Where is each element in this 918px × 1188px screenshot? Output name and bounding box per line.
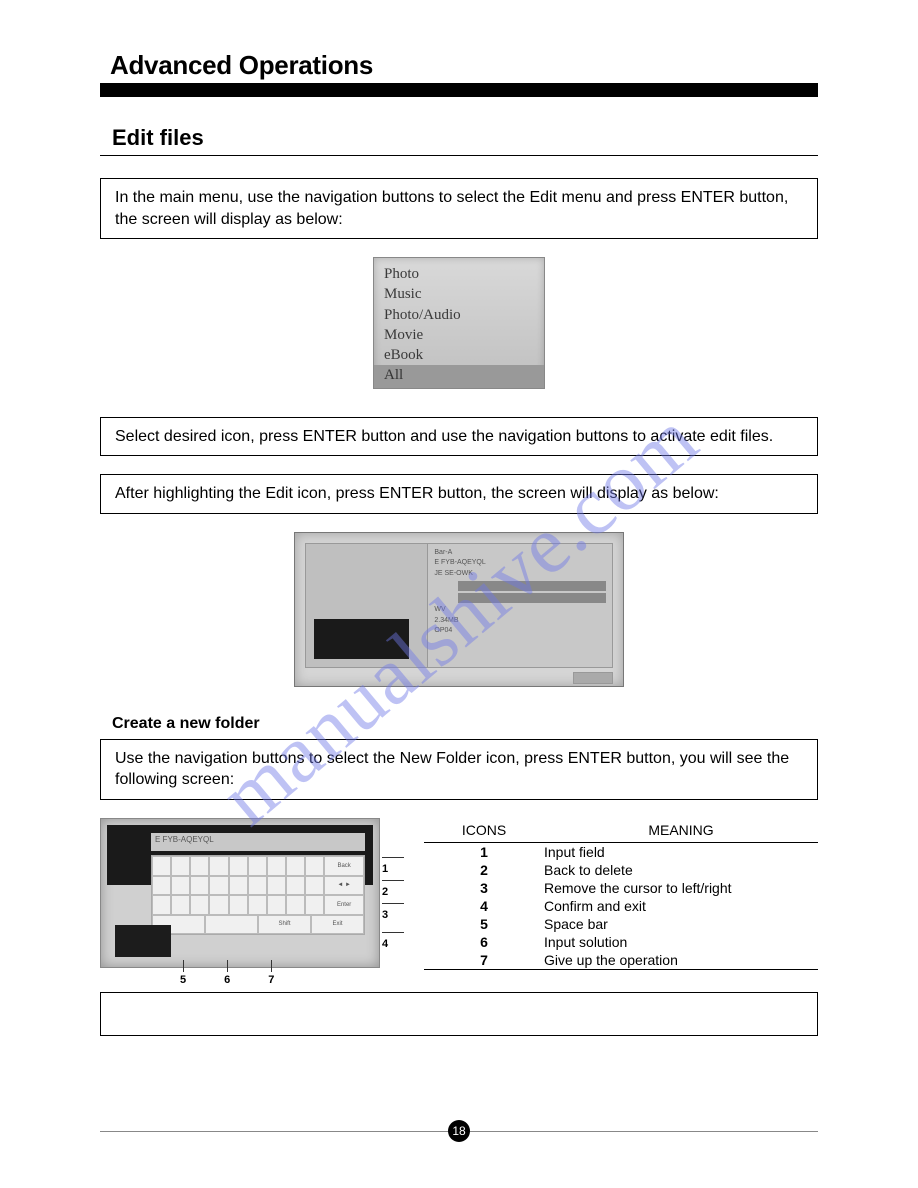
table-row: 2Back to delete: [424, 861, 818, 879]
table-header-meaning: MEANING: [544, 822, 818, 843]
edit-menu-screenshot: Photo Music Photo/Audio Movie eBook All: [373, 257, 545, 389]
menu-item: Photo/Audio: [384, 305, 534, 325]
menu-item-selected: All: [374, 365, 544, 387]
empty-box: [100, 992, 818, 1036]
newfolder-box: Use the navigation buttons to select the…: [100, 739, 818, 800]
menu-item: eBook: [384, 345, 534, 365]
title-bar: [100, 83, 818, 97]
menu-item: Music: [384, 284, 534, 304]
subsection-title: Create a new folder: [100, 715, 818, 733]
page-number: 18: [448, 1120, 470, 1142]
highlight-box: After highlighting the Edit icon, press …: [100, 474, 818, 514]
table-row: 5Space bar: [424, 915, 818, 933]
section-title: Edit files: [100, 125, 818, 151]
keyboard-screenshot: E FYB-AQEYQL Back ◄ ► Enter ShiftExit: [100, 818, 380, 968]
table-row: 3Remove the cursor to left/right: [424, 879, 818, 897]
menu-item: Photo: [384, 264, 534, 284]
intro-box: In the main menu, use the navigation but…: [100, 178, 818, 239]
menu-item: Movie: [384, 325, 534, 345]
table-header-icons: ICONS: [424, 822, 544, 843]
icons-table: ICONS MEANING 1Input field 2Back to dele…: [424, 818, 818, 970]
select-box: Select desired icon, press ENTER button …: [100, 417, 818, 457]
table-row: 6Input solution: [424, 933, 818, 951]
file-panel-screenshot: Bar-A E FYB-AQEYQL JE SE-OWK WV 2.34MB O…: [294, 532, 624, 687]
table-row: 4Confirm and exit: [424, 897, 818, 915]
right-callouts: 1 2 3 4: [382, 852, 407, 950]
table-row: 1Input field: [424, 843, 818, 862]
bottom-callouts: 5 6 7: [180, 974, 274, 986]
page-title: Advanced Operations: [100, 50, 818, 81]
table-row: 7Give up the operation: [424, 951, 818, 970]
section-underline: [100, 155, 818, 156]
